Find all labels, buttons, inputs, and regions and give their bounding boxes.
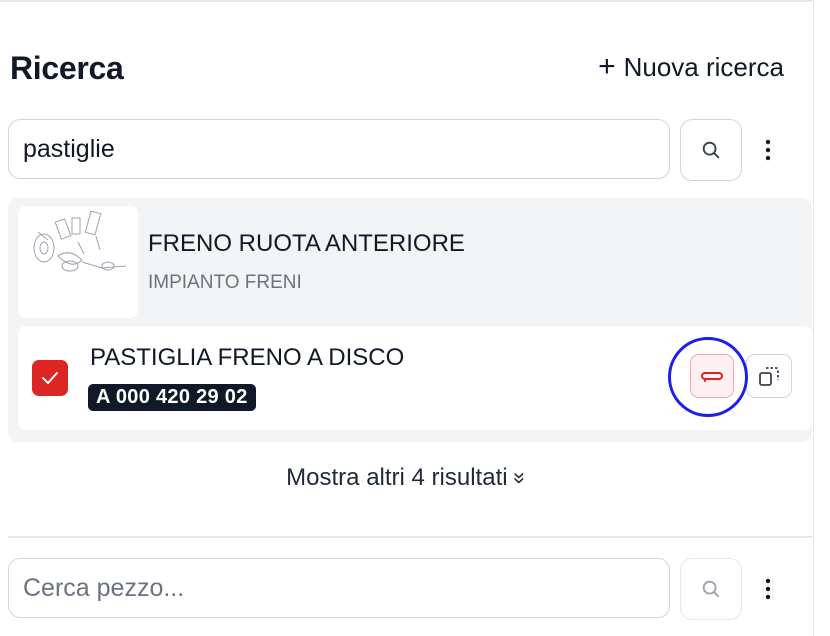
show-more-label: Mostra altri 4 risultati [286, 464, 508, 491]
part-more-options-button[interactable] [748, 558, 788, 620]
copy-button[interactable] [746, 354, 792, 398]
search-icon [702, 141, 720, 159]
show-more-button[interactable]: Mostra altri 4 risultati» [0, 464, 812, 492]
part-search-button[interactable] [680, 558, 742, 620]
search-panel-header: Ricerca + Nuova ricerca [10, 46, 790, 90]
plus-icon: + [598, 50, 616, 83]
item-checkbox[interactable] [32, 360, 68, 396]
item-title: PASTIGLIA FRENO A DISCO [90, 344, 405, 371]
search-input[interactable]: pastiglie [8, 119, 670, 179]
copy-icon [759, 367, 779, 386]
part-search-bar: Cerca pezzo... [8, 558, 808, 622]
new-search-label: Nuova ricerca [623, 51, 784, 82]
highlight-circle [668, 337, 748, 417]
panel-border [813, 0, 814, 636]
checkmark-icon [42, 372, 58, 384]
part-search-input[interactable]: Cerca pezzo... [8, 558, 670, 618]
top-divider [0, 0, 812, 2]
search-icon [702, 580, 720, 598]
search-button[interactable] [680, 119, 742, 181]
double-chevron-down-icon: » [507, 471, 533, 485]
section-divider [8, 536, 812, 538]
more-options-button[interactable] [748, 119, 788, 181]
vertical-dots-icon [765, 578, 771, 600]
group-subtitle: IMPIANTO FRENI [148, 272, 302, 293]
search-bar: pastiglie [8, 119, 808, 183]
panel-title: Ricerca [10, 50, 124, 86]
group-title: FRENO RUOTA ANTERIORE [148, 230, 465, 257]
brake-diagram-image [33, 210, 127, 272]
new-search-button[interactable]: + Nuova ricerca [598, 50, 784, 84]
vertical-dots-icon [765, 139, 771, 161]
part-number-badge: A 000 420 29 02 [88, 384, 256, 411]
part-diagram-thumbnail[interactable] [18, 206, 138, 318]
